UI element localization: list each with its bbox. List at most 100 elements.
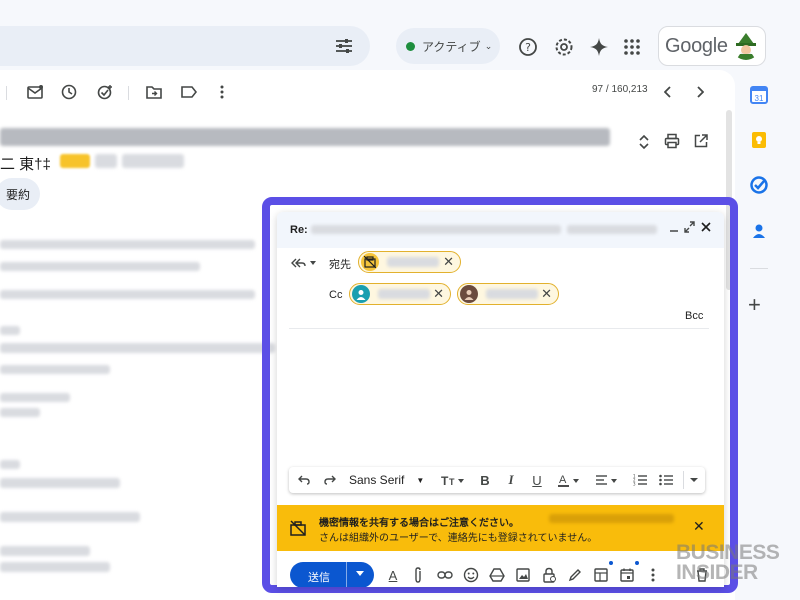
fullscreen-icon[interactable] [684, 221, 695, 236]
open-in-new-window-icon[interactable] [690, 130, 712, 152]
insert-photo-icon[interactable] [514, 566, 532, 584]
side-panel-divider [750, 268, 768, 269]
blurred-subject [0, 128, 610, 146]
numbered-list-icon[interactable]: 123 [631, 471, 649, 489]
to-label: 宛先 [329, 259, 351, 271]
blurred-name [387, 257, 439, 267]
top-bar: アクティブ ⌄ ? Google [0, 0, 800, 70]
calendar-icon[interactable]: 31 [750, 86, 768, 104]
subject-fragment: 二 東†‡ [0, 156, 51, 173]
underline-icon[interactable]: U [529, 471, 545, 489]
font-family-select[interactable]: Sans Serif ▼ [349, 471, 431, 489]
blurred-subject [311, 225, 561, 234]
align-icon[interactable] [593, 471, 621, 489]
newer-chevron-left-icon[interactable] [657, 81, 679, 103]
summarize-chip[interactable]: 要約 [0, 178, 41, 210]
print-icon[interactable] [661, 130, 683, 152]
side-panel [735, 70, 800, 600]
toolbar-divider [128, 86, 129, 100]
older-chevron-right-icon[interactable] [689, 81, 711, 103]
send-options-chevron-icon[interactable] [356, 571, 364, 576]
italic-icon[interactable]: I [503, 471, 519, 489]
send-button[interactable]: 送信 [290, 562, 374, 587]
svg-text:3: 3 [633, 482, 636, 487]
redo-icon[interactable] [321, 471, 339, 489]
blurred-text [0, 408, 40, 417]
compose-subject-prefix: Re: [290, 224, 308, 236]
keep-notes-icon[interactable] [750, 131, 768, 149]
schedule-event-calendar-icon[interactable] [618, 566, 636, 584]
blurred-tag [122, 154, 184, 168]
move-to-folder-icon[interactable] [143, 81, 165, 103]
mark-unread-icon[interactable] [24, 81, 46, 103]
account-switcher[interactable]: Google [658, 26, 766, 66]
text-size-icon[interactable]: TT [439, 471, 467, 489]
undo-icon[interactable] [295, 471, 313, 489]
apps-grid-icon[interactable] [621, 36, 643, 58]
blurred-subject [567, 225, 657, 234]
formatting-toolbar: Sans Serif ▼ TT B I U A 123 [289, 467, 705, 493]
settings-gear-icon[interactable] [553, 36, 575, 58]
expand-collapse-icon[interactable] [633, 131, 655, 153]
attach-file-icon[interactable] [409, 566, 427, 584]
cc-recipient-chip[interactable]: ✕ [349, 283, 451, 305]
blurred-name [378, 289, 430, 299]
font-family-label: Sans Serif [349, 473, 405, 487]
svg-text:31: 31 [755, 94, 764, 103]
add-to-tasks-icon[interactable] [94, 81, 116, 103]
remove-recipient-icon[interactable]: ✕ [443, 254, 454, 270]
business-insider-watermark: BUSINESS INSIDER [676, 542, 780, 583]
message-body-area[interactable] [289, 332, 709, 462]
insert-signature-pen-icon[interactable] [566, 566, 584, 584]
bulleted-list-icon[interactable] [657, 471, 675, 489]
svg-text:T: T [449, 477, 455, 486]
insert-emoji-icon[interactable] [462, 566, 480, 584]
summarize-label: 要約 [6, 187, 31, 202]
warning-subtitle: さんは組織外のユーザーで、連絡先にも登録されていません。 [319, 533, 598, 544]
minimize-icon[interactable] [670, 221, 678, 236]
svg-text:T: T [441, 474, 449, 486]
tasks-icon[interactable] [750, 176, 768, 194]
svg-text:A: A [559, 474, 567, 486]
blurred-text [0, 562, 110, 572]
reply-type-icon[interactable] [290, 256, 316, 275]
recipient-chip[interactable]: ✕ [358, 251, 461, 273]
compose-window: Re: 宛先 ✕ Cc ✕ ✕ Bcc Sans Serif ▼ T T B I… [277, 212, 724, 587]
bold-icon[interactable]: B [477, 471, 493, 489]
blurred-name [486, 289, 538, 299]
search-bar[interactable] [0, 26, 370, 66]
send-label: 送信 [308, 572, 330, 584]
snooze-clock-icon[interactable] [58, 81, 80, 103]
remove-recipient-icon[interactable]: ✕ [541, 286, 552, 302]
get-addons-plus-icon[interactable]: + [748, 292, 761, 318]
contacts-icon[interactable] [750, 222, 768, 240]
label-tag-icon[interactable] [178, 81, 200, 103]
text-color-icon[interactable]: A [555, 471, 583, 489]
blurred-text [0, 460, 20, 469]
send-divider [346, 562, 347, 587]
pagination-count: 97 / 160,213 [592, 84, 648, 95]
blurred-tag [95, 154, 117, 168]
help-icon[interactable]: ? [517, 36, 539, 58]
compose-header[interactable]: Re: [277, 212, 724, 248]
remove-recipient-icon[interactable]: ✕ [433, 286, 444, 302]
close-icon[interactable] [701, 221, 711, 236]
formatting-options-icon[interactable]: A [384, 566, 402, 584]
more-vert-icon[interactable] [211, 81, 233, 103]
cc-recipient-chip[interactable]: ✕ [457, 283, 559, 305]
insert-link-icon[interactable] [436, 566, 454, 584]
layouts-icon[interactable] [592, 566, 610, 584]
more-options-icon[interactable] [644, 566, 662, 584]
bcc-link[interactable]: Bcc [685, 310, 703, 322]
dismiss-warning-close-icon[interactable]: ✕ [693, 518, 705, 535]
search-options-icon[interactable] [334, 36, 354, 56]
google-drive-icon[interactable] [488, 566, 506, 584]
confidential-mode-lock-icon[interactable] [540, 566, 558, 584]
status-button[interactable]: アクティブ ⌄ [396, 28, 500, 64]
external-recipient-warning: 機密情報を共有する場合はご注意ください。 さんは組織外のユーザーで、連絡先にも登… [277, 505, 724, 551]
google-logo-text: Google [665, 34, 728, 57]
more-formatting-icon[interactable] [687, 471, 701, 489]
toolbar-divider [683, 471, 684, 489]
account-avatar[interactable] [732, 32, 760, 60]
gemini-sparkle-icon[interactable] [588, 36, 610, 58]
